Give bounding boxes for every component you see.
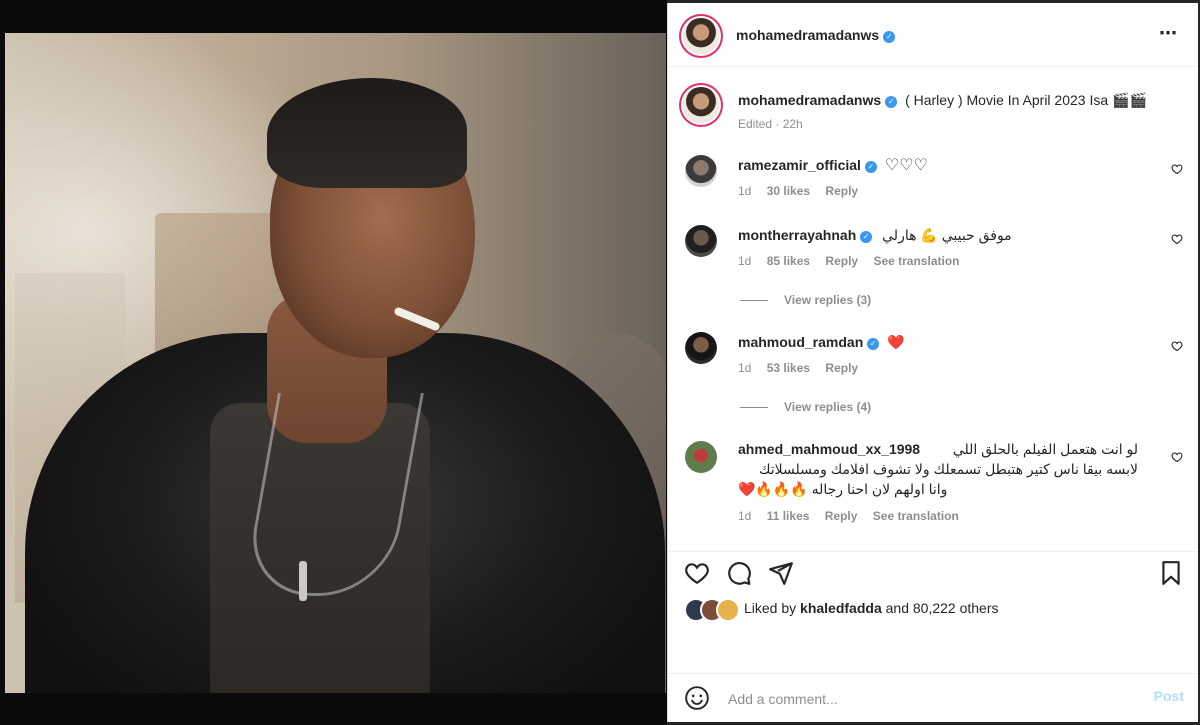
see-translation-link[interactable]: See translation bbox=[873, 509, 959, 523]
comment-username[interactable]: mahmoud_ramdan bbox=[738, 334, 863, 350]
comment-item: ahmed_mahmoud_xx_1998 لو انت هتعمل الفيل… bbox=[668, 437, 1198, 527]
comment-hearts: ♡♡♡ bbox=[884, 157, 928, 174]
likes-user[interactable]: khaledfadda bbox=[800, 600, 882, 616]
share-send-icon[interactable] bbox=[768, 560, 794, 586]
comment-line: ramezamir_official ✓ ♡♡♡ bbox=[738, 156, 928, 175]
caption-emoji: 🎬🎬 bbox=[1112, 92, 1147, 108]
comment-likes[interactable]: 30 likes bbox=[767, 184, 810, 198]
post-media bbox=[0, 0, 667, 725]
comment-text: ❤️ bbox=[887, 334, 905, 350]
caption-edited: Edited · 22h bbox=[738, 117, 803, 131]
action-bar bbox=[668, 551, 1198, 592]
commenter-avatar[interactable] bbox=[685, 225, 717, 257]
like-comment-heart-icon[interactable] bbox=[1171, 163, 1183, 175]
comment-meta: 1d 11 likes Reply See translation bbox=[738, 509, 971, 523]
comment-item: montherrayahnah ✓ موفق حبيبي 💪 هارلي 1d 8… bbox=[668, 223, 1198, 313]
replies-divider bbox=[740, 300, 768, 302]
commenter-avatar[interactable] bbox=[685, 155, 717, 187]
likes-prefix: Liked by bbox=[744, 600, 797, 616]
post-header: mohamedramadanws ✓ ⋯ bbox=[668, 3, 1198, 67]
verified-icon: ✓ bbox=[864, 161, 877, 173]
comment-username[interactable]: ahmed_mahmoud_xx_1998 bbox=[738, 439, 920, 459]
reply-button[interactable]: Reply bbox=[825, 254, 858, 268]
comment-text-line2: لابسه بيقا ناس كتير هتبطل تسمعلك ولا تشو… bbox=[758, 461, 1138, 477]
comment-time: 1d bbox=[738, 509, 752, 523]
like-heart-icon[interactable] bbox=[684, 560, 710, 586]
comment-likes[interactable]: 11 likes bbox=[767, 509, 810, 523]
verified-icon: ✓ bbox=[883, 31, 896, 43]
bookmark-save-icon[interactable] bbox=[1158, 560, 1184, 586]
view-replies-button[interactable]: View replies (4) bbox=[740, 400, 871, 414]
replies-divider bbox=[740, 407, 768, 409]
view-replies-button[interactable]: View replies (3) bbox=[740, 293, 871, 307]
post-panel: mohamedramadanws ✓ ⋯ mohamedramadanws ✓ ( … bbox=[667, 3, 1198, 722]
more-options-icon[interactable]: ⋯ bbox=[1159, 23, 1178, 44]
photo-hair bbox=[267, 78, 467, 188]
comment-line: mahmoud_ramdan ✓ ❤️ bbox=[738, 333, 905, 351]
comment-line: montherrayahnah ✓ موفق حبيبي 💪 هارلي bbox=[738, 226, 1012, 244]
author-username[interactable]: mohamedramadanws bbox=[736, 27, 879, 43]
comment-text: موفق حبيبي 💪 هارلي bbox=[882, 227, 1012, 243]
verified-icon: ✓ bbox=[885, 96, 898, 108]
emoji-smile-icon[interactable] bbox=[684, 685, 710, 711]
see-translation-link[interactable]: See translation bbox=[873, 254, 959, 268]
likes-summary: Liked by khaledfadda and 80,222 others bbox=[668, 595, 1198, 625]
post-photo[interactable] bbox=[5, 33, 666, 693]
comment-meta: 1d 53 likes Reply bbox=[738, 361, 870, 375]
add-comment-bar: Post bbox=[668, 673, 1198, 723]
likes-suffix[interactable]: and 80,222 others bbox=[886, 600, 999, 616]
likes-text[interactable]: Liked by khaledfadda and 80,222 others bbox=[744, 600, 999, 616]
comment-bubble-icon[interactable] bbox=[726, 560, 752, 586]
photo-pendant bbox=[299, 561, 307, 601]
reply-button[interactable]: Reply bbox=[825, 184, 858, 198]
comment-body: ahmed_mahmoud_xx_1998 لو انت هتعمل الفيل… bbox=[738, 439, 1138, 499]
comment-meta: 1d 85 likes Reply See translation bbox=[738, 254, 971, 268]
like-comment-heart-icon[interactable] bbox=[1171, 451, 1183, 463]
comment-username[interactable]: ramezamir_official bbox=[738, 157, 861, 173]
comment-likes[interactable]: 85 likes bbox=[767, 254, 810, 268]
caption-username[interactable]: mohamedramadanws bbox=[738, 92, 881, 108]
comment-line: ahmed_mahmoud_xx_1998 لو انت هتعمل الفيل… bbox=[738, 439, 1138, 459]
comment-item: mahmoud_ramdan ✓ ❤️ 1d 53 likes Reply Vie… bbox=[668, 330, 1198, 420]
like-comment-heart-icon[interactable] bbox=[1171, 340, 1183, 352]
caption-line: mohamedramadanws ✓ ( Harley ) Movie In Ap… bbox=[738, 91, 1147, 109]
commenter-avatar[interactable] bbox=[685, 441, 717, 473]
view-replies-label: View replies (3) bbox=[784, 293, 872, 307]
verified-icon: ✓ bbox=[867, 338, 880, 350]
author-avatar[interactable] bbox=[683, 18, 719, 54]
view-replies-label: View replies (4) bbox=[784, 400, 872, 414]
caption-text: ( Harley ) Movie In April 2023 Isa bbox=[905, 92, 1109, 108]
comment-text-line1: لو انت هتعمل الفيلم بالحلق اللي bbox=[952, 441, 1138, 457]
reply-button[interactable]: Reply bbox=[825, 361, 858, 375]
comment-time: 1d bbox=[738, 361, 752, 375]
comment-meta: 1d 30 likes Reply bbox=[738, 184, 870, 198]
comment-text-line3: وانا اولهم لان احنا رجاله 🔥🔥🔥❤️ bbox=[738, 481, 948, 497]
add-comment-input[interactable] bbox=[726, 686, 1110, 712]
reply-button[interactable]: Reply bbox=[825, 509, 858, 523]
post-caption: mohamedramadanws ✓ ( Harley ) Movie In Ap… bbox=[668, 85, 1198, 135]
caption-avatar[interactable] bbox=[683, 87, 719, 123]
commenter-avatar[interactable] bbox=[685, 332, 717, 364]
comment-time: 1d bbox=[738, 254, 752, 268]
author-name-row: mohamedramadanws ✓ bbox=[736, 27, 896, 45]
verified-icon: ✓ bbox=[860, 231, 873, 243]
comment-likes[interactable]: 53 likes bbox=[767, 361, 810, 375]
post-comment-button[interactable]: Post bbox=[1154, 688, 1184, 704]
comments-list[interactable]: mohamedramadanws ✓ ( Harley ) Movie In Ap… bbox=[668, 67, 1198, 542]
comment-time: 1d bbox=[738, 184, 752, 198]
like-comment-heart-icon[interactable] bbox=[1171, 233, 1183, 245]
comment-item: ramezamir_official ✓ ♡♡♡ 1d 30 likes Repl… bbox=[668, 153, 1198, 198]
comment-username[interactable]: montherrayahnah bbox=[738, 227, 856, 243]
liker-avatar bbox=[716, 598, 740, 622]
